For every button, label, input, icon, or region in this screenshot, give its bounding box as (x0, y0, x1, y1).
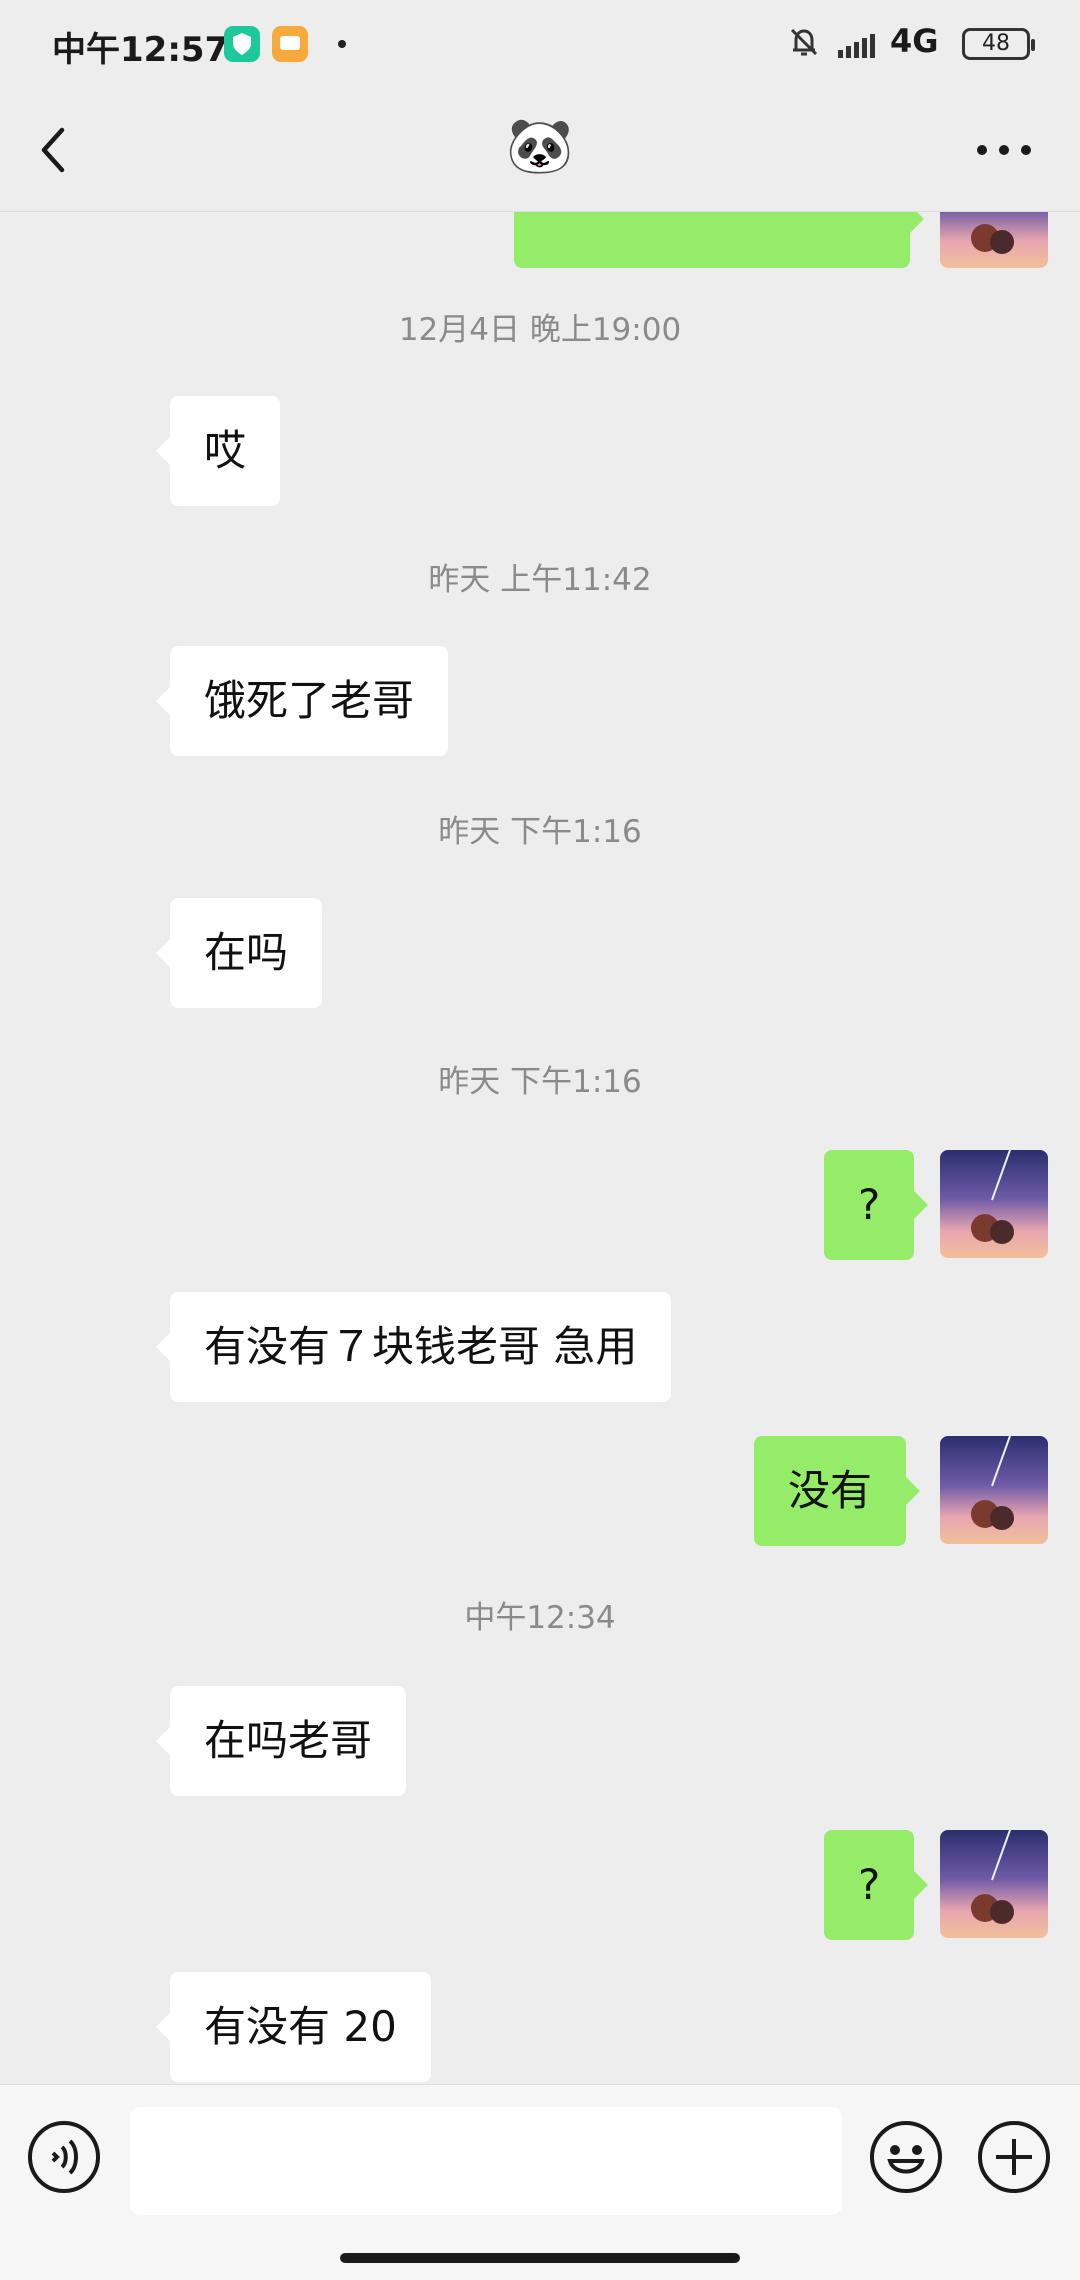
chat-message-list[interactable]: 12月4日 晚上19:00 哎 昨天 上午11:42 饿死了老哥 昨天 下午1:… (0, 212, 1080, 2084)
home-indicator (340, 2253, 740, 2263)
message-bubble-incoming[interactable]: 饿死了老哥 (155, 646, 449, 756)
battery-icon: 48 (962, 28, 1035, 60)
status-time: 中午12:57 (52, 30, 229, 70)
input-bar (0, 2084, 1080, 2280)
security-app-icon (224, 26, 260, 62)
notification-dot (338, 40, 346, 48)
my-avatar[interactable] (940, 1830, 1048, 1938)
timestamp: 昨天 上午11:42 (428, 562, 652, 598)
message-input[interactable] (130, 2107, 842, 2215)
voice-icon[interactable] (26, 2119, 102, 2195)
timestamp: 12月4日 晚上19:00 (398, 312, 682, 348)
my-avatar[interactable] (940, 212, 1048, 268)
message-bubble-outgoing[interactable] (514, 212, 924, 268)
message-bubble-incoming[interactable]: 在吗老哥 (155, 1686, 407, 1796)
message-bubble-incoming[interactable]: 有没有７块钱老哥 急用 (155, 1292, 672, 1402)
my-avatar[interactable] (940, 1150, 1048, 1258)
network-type: 4G (890, 22, 939, 60)
status-bar: 中午12:57 4G 48 (0, 0, 1080, 90)
message-bubble-outgoing[interactable]: ? (824, 1150, 929, 1260)
plus-icon[interactable] (976, 2119, 1052, 2195)
message-bubble-incoming[interactable]: 在吗 (155, 898, 323, 1008)
timestamp: 中午12:34 (464, 1600, 616, 1636)
signal-icon (836, 26, 880, 60)
message-bubble-incoming[interactable]: 有没有 20 (156, 1972, 431, 2082)
timestamp: 昨天 下午1:16 (438, 814, 642, 850)
timestamp: 昨天 下午1:16 (438, 1064, 642, 1100)
more-icon[interactable] (976, 130, 1032, 170)
message-bubble-outgoing[interactable]: ? (824, 1830, 929, 1940)
message-bubble-incoming[interactable]: 哎 (155, 396, 281, 506)
message-bubble-outgoing[interactable]: 没有 (754, 1436, 921, 1546)
chat-header: 🐼 (0, 90, 1080, 212)
my-avatar[interactable] (940, 1436, 1048, 1544)
mute-bell-icon (784, 22, 824, 62)
message-app-icon (272, 26, 308, 62)
emoji-icon[interactable] (868, 2119, 944, 2195)
chat-title: 🐼 (506, 114, 574, 177)
